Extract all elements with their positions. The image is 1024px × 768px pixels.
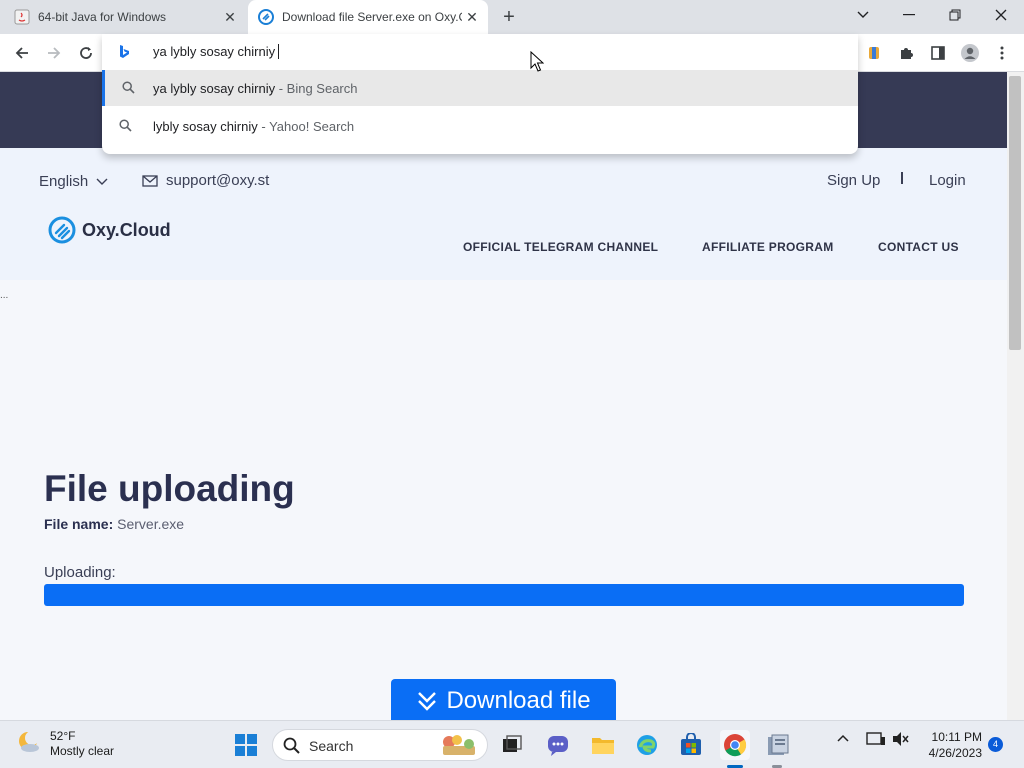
volume-muted-icon[interactable] bbox=[892, 731, 910, 752]
nav-telegram-channel[interactable]: OFFICIAL TELEGRAM CHANNEL bbox=[463, 240, 658, 254]
task-view-icon[interactable] bbox=[498, 731, 526, 759]
side-panel-icon[interactable] bbox=[926, 41, 950, 65]
close-tab-icon[interactable]: ✕ bbox=[222, 9, 238, 25]
edge-browser-icon[interactable] bbox=[633, 731, 661, 759]
weather-description: Mostly clear bbox=[50, 744, 115, 758]
bing-logo-icon bbox=[118, 44, 130, 65]
browser-menu-icon[interactable] bbox=[990, 41, 1014, 65]
reload-button[interactable] bbox=[74, 41, 98, 65]
show-hidden-icons-chevron-icon[interactable] bbox=[836, 731, 850, 750]
support-email-text: support@oxy.st bbox=[166, 172, 270, 189]
file-explorer-icon[interactable] bbox=[589, 731, 617, 759]
tab-java[interactable]: 64-bit Java for Windows ✕ bbox=[14, 0, 246, 34]
clock-time: 10:11 PM bbox=[931, 730, 982, 744]
back-button[interactable] bbox=[10, 41, 34, 65]
chevron-down-icon bbox=[96, 178, 108, 185]
address-input-text: ya lybly sosay chirniy bbox=[153, 44, 280, 59]
ellipsis-text: ... bbox=[0, 290, 9, 301]
page-scrollbar[interactable] bbox=[1007, 72, 1024, 720]
uploading-label: Uploading: bbox=[44, 564, 116, 581]
clock-date: 4/26/2023 bbox=[928, 746, 982, 760]
windows-logo-icon bbox=[235, 734, 257, 756]
site-logo[interactable]: Oxy.Cloud bbox=[48, 216, 171, 244]
start-button[interactable] bbox=[234, 733, 258, 762]
suggestion-yahoo[interactable]: lybly sosay chirniy - Yahoo! Search bbox=[102, 108, 858, 144]
microsoft-store-icon[interactable] bbox=[677, 731, 705, 759]
taskbar-search-box[interactable]: Search bbox=[272, 729, 488, 761]
notification-badge[interactable]: 4 bbox=[988, 737, 1003, 752]
file-name-line: File name: Server.exe bbox=[44, 516, 184, 532]
language-selector[interactable]: English bbox=[39, 173, 108, 190]
search-highlight-illustration-icon bbox=[443, 735, 475, 755]
oxy-cloud-logo-icon bbox=[48, 216, 76, 244]
chrome-browser-icon[interactable] bbox=[720, 730, 750, 760]
weather-temperature: 52°F bbox=[50, 729, 76, 743]
installer-app-icon[interactable] bbox=[764, 731, 792, 759]
logo-text: Oxy.Cloud bbox=[82, 219, 171, 240]
nav-affiliate-program[interactable]: AFFILIATE PROGRAM bbox=[702, 240, 834, 254]
suggestion-engine: - Yahoo! Search bbox=[261, 119, 355, 134]
tab-search-chevron-icon[interactable] bbox=[840, 0, 886, 30]
new-tab-button[interactable]: + bbox=[498, 6, 520, 28]
address-bar-dropdown: ya lybly sosay chirniy ya lybly sosay ch… bbox=[102, 34, 858, 154]
tab-title: Download file Server.exe on Oxy.Cloud bbox=[282, 10, 462, 24]
suggestion-bing[interactable]: ya lybly sosay chirniy - Bing Search bbox=[102, 70, 858, 106]
search-icon bbox=[283, 737, 300, 754]
extensions-puzzle-icon[interactable] bbox=[894, 41, 918, 65]
upload-progress-fill bbox=[44, 584, 964, 606]
tab-title: 64-bit Java for Windows bbox=[38, 10, 167, 24]
taskbar-search-label: Search bbox=[309, 738, 354, 754]
search-icon bbox=[119, 119, 132, 135]
language-label: English bbox=[39, 173, 89, 190]
file-name-value: Server.exe bbox=[117, 516, 185, 532]
suggestion-engine: - Bing Search bbox=[278, 81, 358, 96]
address-input[interactable]: ya lybly sosay chirniy bbox=[102, 34, 858, 70]
restore-button[interactable] bbox=[932, 0, 978, 30]
forward-button[interactable] bbox=[42, 41, 66, 65]
windows-taskbar: 52°F Mostly clear Search 10:11 PM 4/26/2… bbox=[0, 720, 1024, 768]
upload-progress-bar bbox=[44, 584, 964, 606]
profile-avatar-icon[interactable] bbox=[958, 41, 982, 65]
search-icon bbox=[122, 81, 135, 97]
mail-icon bbox=[142, 174, 158, 187]
nav-contact-us[interactable]: CONTACT US bbox=[878, 240, 959, 254]
oxy-favicon-icon bbox=[258, 9, 274, 25]
page-title: File uploading bbox=[44, 468, 295, 509]
tab-strip: 64-bit Java for Windows ✕ Download file … bbox=[0, 0, 1024, 34]
weather-widget[interactable]: 52°F Mostly clear bbox=[16, 729, 114, 759]
system-clock[interactable]: 10:11 PM 4/26/2023 bbox=[920, 729, 982, 761]
close-tab-icon[interactable]: ✕ bbox=[464, 9, 480, 25]
teams-chat-icon[interactable] bbox=[544, 731, 572, 759]
login-link[interactable]: Login bbox=[929, 172, 966, 189]
file-name-label: File name: bbox=[44, 516, 114, 532]
minimize-button[interactable] bbox=[886, 0, 932, 30]
extension-badge-icon[interactable] bbox=[862, 41, 886, 65]
tab-oxy-cloud[interactable]: Download file Server.exe on Oxy.Cloud ✕ bbox=[248, 0, 488, 34]
suggestion-query: lybly sosay chirniy bbox=[153, 119, 258, 134]
moon-cloud-icon bbox=[19, 731, 39, 752]
double-chevron-down-icon bbox=[418, 692, 437, 711]
network-display-icon[interactable] bbox=[866, 731, 886, 752]
close-window-button[interactable] bbox=[978, 0, 1024, 30]
download-file-button[interactable]: Download file bbox=[391, 679, 616, 723]
sign-up-link[interactable]: Sign Up bbox=[827, 172, 880, 189]
suggestion-query: ya lybly sosay chirniy bbox=[153, 81, 276, 96]
site-header bbox=[0, 148, 1007, 280]
mouse-cursor-icon bbox=[530, 51, 544, 72]
java-favicon-icon bbox=[14, 9, 30, 25]
support-email-link[interactable]: support@oxy.st bbox=[142, 172, 269, 189]
scrollbar-thumb[interactable] bbox=[1009, 76, 1021, 350]
header-separator bbox=[901, 172, 903, 184]
download-button-label: Download file bbox=[446, 687, 591, 714]
